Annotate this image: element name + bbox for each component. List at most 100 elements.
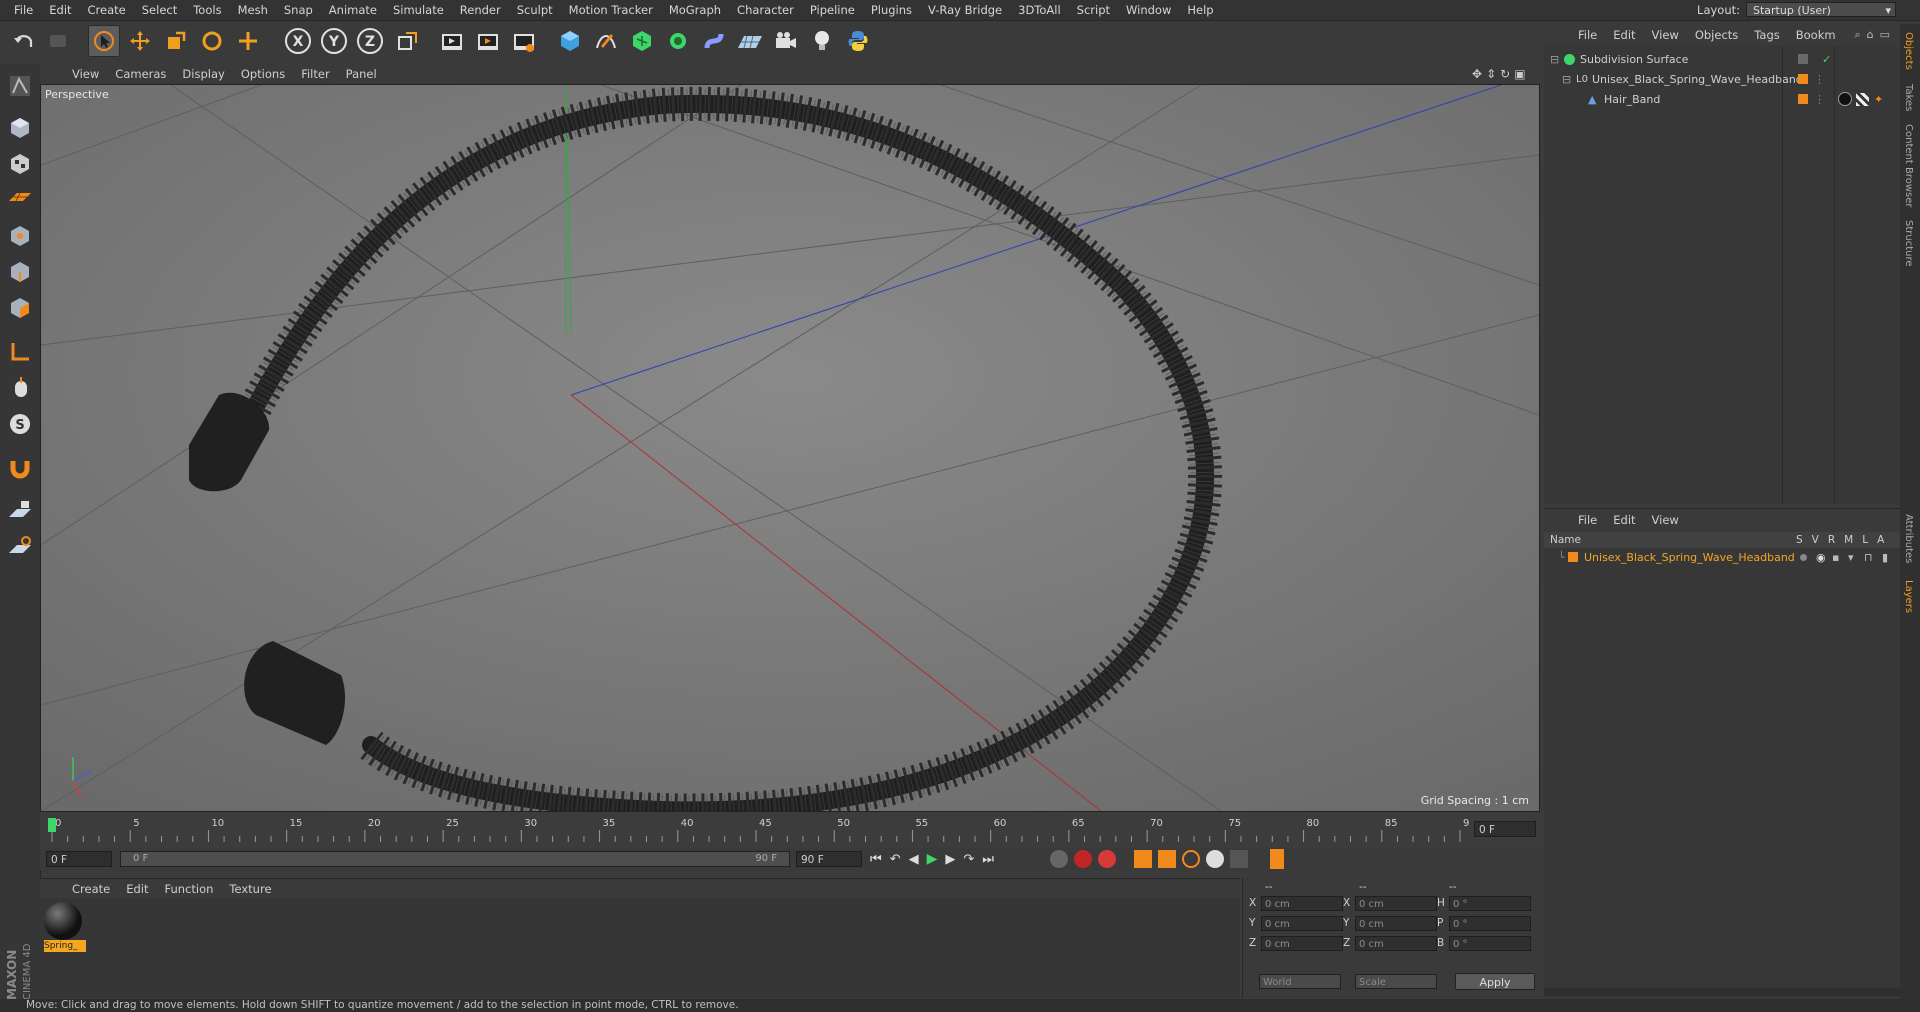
viewport-menu-view[interactable]: View	[64, 64, 107, 84]
material-menu-create[interactable]: Create	[64, 879, 118, 899]
layer-swatch[interactable]	[1798, 94, 1808, 104]
menu-character[interactable]: Character	[729, 0, 802, 20]
play-icon[interactable]: ▶	[927, 851, 938, 867]
layer-name[interactable]: Unisex_Black_Spring_Wave_Headband	[1584, 548, 1795, 567]
menu-sculpt[interactable]: Sculpt	[509, 0, 561, 20]
pen-spline-icon[interactable]	[590, 25, 622, 57]
planar-workplane-icon[interactable]	[4, 532, 36, 564]
model-mode-icon[interactable]	[4, 112, 36, 144]
make-editable-icon[interactable]	[4, 70, 36, 102]
frame-range-slider[interactable]: 0 F 90 F	[120, 851, 790, 867]
python-script-icon[interactable]	[842, 25, 874, 57]
coord-field[interactable]: 0 °	[1449, 896, 1531, 911]
menu-script[interactable]: Script	[1069, 0, 1118, 20]
menu-create[interactable]: Create	[80, 0, 134, 20]
points-mode-icon[interactable]	[4, 220, 36, 252]
menu-snap[interactable]: Snap	[276, 0, 321, 20]
timeline-playhead[interactable]	[48, 818, 56, 832]
dolly-view-icon[interactable]: ⇕	[1486, 67, 1496, 81]
material-menu-texture[interactable]: Texture	[221, 879, 279, 899]
viewport-menu-display[interactable]: Display	[174, 64, 232, 84]
phong-tag-icon[interactable]: ✦	[1874, 90, 1883, 109]
edges-mode-icon[interactable]	[4, 256, 36, 288]
render-settings-icon[interactable]	[508, 25, 540, 57]
viewport-menu-filter[interactable]: Filter	[293, 64, 337, 84]
viewport-menu-panel[interactable]: Panel	[338, 64, 385, 84]
coord-field[interactable]: 0 cm	[1355, 896, 1437, 911]
layer-swatch[interactable]	[1798, 74, 1808, 84]
collapse-icon[interactable]: ⊟	[1550, 50, 1559, 69]
menu-simulate[interactable]: Simulate	[385, 0, 452, 20]
object-row-headband[interactable]: ⊟ L0 Unisex_Black_Spring_Wave_Headband ⋮	[1544, 70, 1900, 89]
animation-toggle-icon[interactable]: ▮	[1882, 548, 1888, 567]
go-to-start-icon[interactable]: ⏮	[870, 852, 882, 867]
collapse-icon[interactable]: ⊟	[1562, 70, 1571, 89]
texture-mode-icon[interactable]	[4, 148, 36, 180]
menu-3dtoall[interactable]: 3DToAll	[1010, 0, 1069, 20]
object-menu-objects[interactable]: Objects	[1687, 24, 1746, 46]
material-tag-icon[interactable]	[1838, 92, 1852, 106]
camera-icon[interactable]	[770, 25, 802, 57]
manager-toggle-icon[interactable]: ▾	[1848, 548, 1854, 567]
material-menu-function[interactable]: Function	[157, 879, 222, 899]
key-pla-icon[interactable]	[1230, 850, 1248, 868]
visibility-dots-icon[interactable]: ⋮	[1814, 70, 1825, 89]
magnet-icon[interactable]	[4, 452, 36, 484]
tab-attributes[interactable]: Attributes	[1903, 514, 1914, 563]
viewport-menu-options[interactable]: Options	[233, 64, 293, 84]
next-frame-icon[interactable]: ▶	[945, 852, 955, 867]
go-to-end-icon[interactable]: ⏭	[982, 852, 994, 867]
horizontal-scrollbar[interactable]	[1544, 988, 1900, 996]
visible-eye-icon[interactable]: ◉	[1816, 548, 1826, 567]
key-scale-icon[interactable]	[1158, 850, 1176, 868]
layout-dropdown[interactable]: Startup (User)	[1746, 2, 1896, 18]
tweak-mode-icon[interactable]	[4, 372, 36, 404]
z-axis-lock-button[interactable]: Z	[354, 25, 386, 57]
autokey-icon[interactable]	[1098, 850, 1116, 868]
coord-field[interactable]: 0 cm	[1261, 896, 1343, 911]
coord-field[interactable]: 0 cm	[1261, 916, 1343, 931]
next-keyframe-icon[interactable]: ↷	[963, 852, 974, 867]
menu-v-ray-bridge[interactable]: V-Ray Bridge	[920, 0, 1010, 20]
tab-layers[interactable]: Layers	[1903, 580, 1914, 613]
layer-row[interactable]: └ Unisex_Black_Spring_Wave_Headband ◉ ▪ …	[1544, 548, 1900, 567]
menu-window[interactable]: Window	[1118, 0, 1179, 20]
object-menu-file[interactable]: File	[1570, 24, 1605, 46]
menu-tools[interactable]: Tools	[185, 0, 229, 20]
coordinate-system-icon[interactable]	[392, 25, 424, 57]
motion-record-icon[interactable]	[1050, 850, 1068, 868]
solo-toggle-icon[interactable]	[1800, 554, 1807, 561]
timeline-window-icon[interactable]	[1270, 849, 1284, 869]
scale-tool-icon[interactable]	[160, 25, 192, 57]
layer-menu-edit[interactable]: Edit	[1605, 509, 1643, 531]
coord-field[interactable]: 0 °	[1449, 916, 1531, 931]
layer-menu-file[interactable]: File	[1570, 509, 1605, 531]
menu-render[interactable]: Render	[452, 0, 509, 20]
new-window-icon[interactable]: ▭	[1880, 28, 1890, 42]
current-frame-field[interactable]: 0 F	[1474, 821, 1536, 837]
object-menu-view[interactable]: View	[1644, 24, 1687, 46]
menu-edit[interactable]: Edit	[41, 0, 79, 20]
record-active-icon[interactable]	[1074, 850, 1092, 868]
viewport-menu-cameras[interactable]: Cameras	[107, 64, 174, 84]
key-position-icon[interactable]	[1134, 850, 1152, 868]
lock-icon[interactable]: ⊓	[1864, 548, 1873, 567]
workplane-icon[interactable]	[4, 182, 36, 214]
menu-plugins[interactable]: Plugins	[863, 0, 920, 20]
texture-tag-icon[interactable]	[1856, 93, 1869, 106]
redo-icon[interactable]	[42, 25, 74, 57]
tab-structure[interactable]: Structure	[1903, 220, 1914, 267]
locked-workplane-icon[interactable]	[4, 496, 36, 528]
coord-system-dropdown[interactable]: World	[1259, 974, 1341, 989]
rotate-tool-icon[interactable]	[196, 25, 228, 57]
start-frame-field[interactable]: 0 F	[46, 851, 112, 867]
maximize-view-icon[interactable]: ▣	[1514, 67, 1525, 81]
x-axis-lock-button[interactable]: X	[282, 25, 314, 57]
enabled-check-icon[interactable]: ✓	[1822, 50, 1831, 69]
tab-content-browser[interactable]: Content Browser	[1903, 124, 1914, 207]
live-selection-icon[interactable]	[88, 25, 120, 57]
subdivision-generator-icon[interactable]	[626, 25, 658, 57]
previous-frame-icon[interactable]: ◀	[909, 852, 919, 867]
polygons-mode-icon[interactable]	[4, 292, 36, 324]
render-toggle-icon[interactable]: ▪	[1832, 548, 1839, 567]
